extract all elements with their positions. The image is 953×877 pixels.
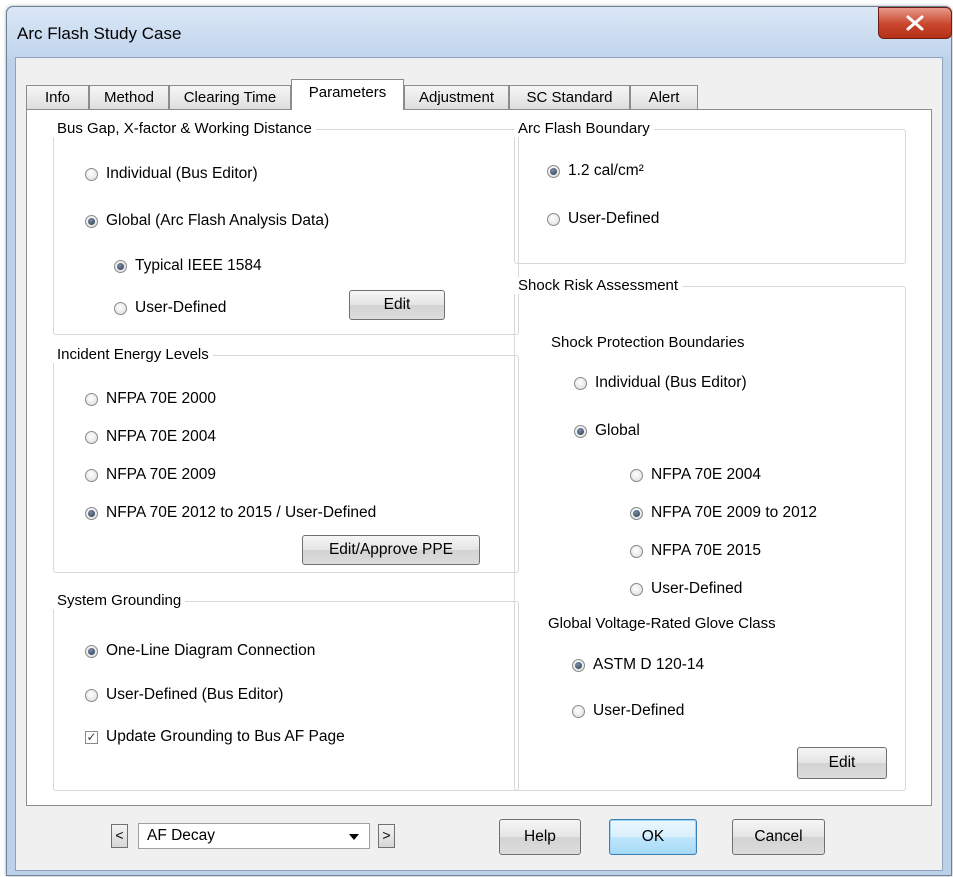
option-label: One-Line Diagram Connection <box>106 642 316 659</box>
option-label: NFPA 70E 2004 <box>651 466 762 483</box>
radio-button-selected[interactable] <box>630 506 643 520</box>
option-label: Global (Arc Flash Analysis Data) <box>106 212 330 229</box>
shock-individual-option[interactable]: Individual (Bus Editor) <box>574 373 747 393</box>
dialog-client-area: Info Method Clearing Time Parameters Adj… <box>15 57 943 871</box>
radio-button[interactable] <box>85 167 98 181</box>
bus-gap-edit-button[interactable]: Edit <box>349 290 445 320</box>
boundary-1-2-cal-option[interactable]: 1.2 cal/cm² <box>547 161 644 181</box>
glove-user-defined-option[interactable]: User-Defined <box>572 701 684 721</box>
option-label: Update Grounding to Bus AF Page <box>106 728 345 745</box>
option-label: NFPA 70E 2004 <box>106 428 217 445</box>
radio-button-selected[interactable] <box>85 214 98 228</box>
radio-button[interactable] <box>85 430 98 444</box>
update-grounding-checkbox[interactable]: ✓ Update Grounding to Bus AF Page <box>85 727 345 747</box>
boundary-user-defined-option[interactable]: User-Defined <box>547 209 659 229</box>
arc-flash-boundary-group <box>514 129 906 264</box>
glove-edit-button[interactable]: Edit <box>797 747 887 779</box>
bus-gap-user-defined-option[interactable]: User-Defined <box>114 298 226 318</box>
chevron-down-icon[interactable] <box>349 834 359 840</box>
radio-button[interactable] <box>114 301 127 315</box>
typical-ieee-1584-option[interactable]: Typical IEEE 1584 <box>114 256 262 276</box>
option-label: Global <box>595 422 640 439</box>
glove-class-label: Global Voltage-Rated Glove Class <box>548 615 776 632</box>
option-label: NFPA 70E 2012 to 2015 / User-Defined <box>106 504 377 521</box>
radio-button-selected[interactable] <box>85 644 98 658</box>
shock-protection-boundaries-label: Shock Protection Boundaries <box>551 334 745 351</box>
radio-button[interactable] <box>574 376 587 390</box>
radio-button-selected[interactable] <box>114 259 127 273</box>
radio-button[interactable] <box>572 704 585 718</box>
option-label: NFPA 70E 2000 <box>106 390 217 407</box>
incident-energy-group-title: Incident Energy Levels <box>53 346 213 363</box>
study-case-dropdown[interactable]: AF Decay <box>138 823 370 849</box>
option-label: 1.2 cal/cm² <box>568 162 644 179</box>
shock-risk-group-title: Shock Risk Assessment <box>514 277 683 294</box>
parameters-tab-page: Bus Gap, X-factor & Working Distance Ind… <box>26 109 932 806</box>
option-label: User-Defined <box>135 299 227 316</box>
bus-gap-group-title: Bus Gap, X-factor & Working Distance <box>53 120 316 137</box>
tab-info[interactable]: Info <box>26 85 89 109</box>
bus-gap-global-option[interactable]: Global (Arc Flash Analysis Data) <box>85 211 329 231</box>
checkbox-checked-icon[interactable]: ✓ <box>85 730 98 744</box>
tab-parameters[interactable]: Parameters <box>291 79 404 110</box>
close-button[interactable] <box>878 7 952 39</box>
grounding-user-defined-option[interactable]: User-Defined (Bus Editor) <box>85 685 283 705</box>
option-label: User-Defined <box>568 210 660 227</box>
radio-button-selected[interactable] <box>85 506 98 520</box>
radio-button[interactable] <box>630 582 643 596</box>
nfpa-70e-2012-2015-option[interactable]: NFPA 70E 2012 to 2015 / User-Defined <box>85 503 376 523</box>
radio-button[interactable] <box>630 468 643 482</box>
tab-sc-standard[interactable]: SC Standard <box>509 85 630 109</box>
window-title: Arc Flash Study Case <box>17 24 182 43</box>
radio-button[interactable] <box>630 544 643 558</box>
radio-button-selected[interactable] <box>547 164 560 178</box>
option-label: User-Defined <box>593 702 685 719</box>
radio-button[interactable] <box>85 392 98 406</box>
radio-button-selected[interactable] <box>574 424 587 438</box>
ok-button[interactable]: OK <box>609 819 697 855</box>
previous-page-button[interactable]: < <box>111 824 128 848</box>
astm-d-120-14-option[interactable]: ASTM D 120-14 <box>572 655 704 675</box>
arc-flash-boundary-group-title: Arc Flash Boundary <box>514 120 654 137</box>
tab-alert[interactable]: Alert <box>630 85 698 109</box>
radio-button-selected[interactable] <box>572 658 585 672</box>
one-line-diagram-connection-option[interactable]: One-Line Diagram Connection <box>85 641 315 661</box>
shock-user-defined-option[interactable]: User-Defined <box>630 579 742 599</box>
shock-global-option[interactable]: Global <box>574 421 640 441</box>
nfpa-70e-2009-option[interactable]: NFPA 70E 2009 <box>85 465 216 485</box>
option-label: NFPA 70E 2009 <box>106 466 217 483</box>
tab-clearing-time[interactable]: Clearing Time <box>169 85 291 109</box>
tab-adjustment[interactable]: Adjustment <box>404 85 509 109</box>
title-bar[interactable]: Arc Flash Study Case <box>7 7 952 59</box>
option-label: NFPA 70E 2015 <box>651 542 762 559</box>
shock-nfpa-2004-option[interactable]: NFPA 70E 2004 <box>630 465 761 485</box>
radio-button[interactable] <box>547 212 560 226</box>
next-page-button[interactable]: > <box>378 824 395 848</box>
nfpa-70e-2000-option[interactable]: NFPA 70E 2000 <box>85 389 216 409</box>
bus-gap-individual-option[interactable]: Individual (Bus Editor) <box>85 164 258 184</box>
radio-button[interactable] <box>85 688 98 702</box>
option-label: NFPA 70E 2009 to 2012 <box>651 504 818 521</box>
radio-button[interactable] <box>85 468 98 482</box>
tab-method[interactable]: Method <box>89 85 169 109</box>
cancel-button[interactable]: Cancel <box>732 819 825 855</box>
close-icon <box>906 15 924 31</box>
help-button[interactable]: Help <box>499 819 581 855</box>
edit-approve-ppe-button[interactable]: Edit/Approve PPE <box>302 535 480 565</box>
option-label: Typical IEEE 1584 <box>135 257 262 274</box>
shock-nfpa-2015-option[interactable]: NFPA 70E 2015 <box>630 541 761 561</box>
shock-nfpa-2009-2012-option[interactable]: NFPA 70E 2009 to 2012 <box>630 503 817 523</box>
dropdown-value: AF Decay <box>147 827 216 844</box>
option-label: ASTM D 120-14 <box>593 656 705 673</box>
nfpa-70e-2004-option[interactable]: NFPA 70E 2004 <box>85 427 216 447</box>
system-grounding-group-title: System Grounding <box>53 592 186 609</box>
option-label: User-Defined (Bus Editor) <box>106 686 284 703</box>
arc-flash-study-case-window: Arc Flash Study Case Info Method Clearin… <box>6 6 952 876</box>
option-label: Individual (Bus Editor) <box>595 374 747 391</box>
option-label: User-Defined <box>651 580 743 597</box>
option-label: Individual (Bus Editor) <box>106 165 258 182</box>
